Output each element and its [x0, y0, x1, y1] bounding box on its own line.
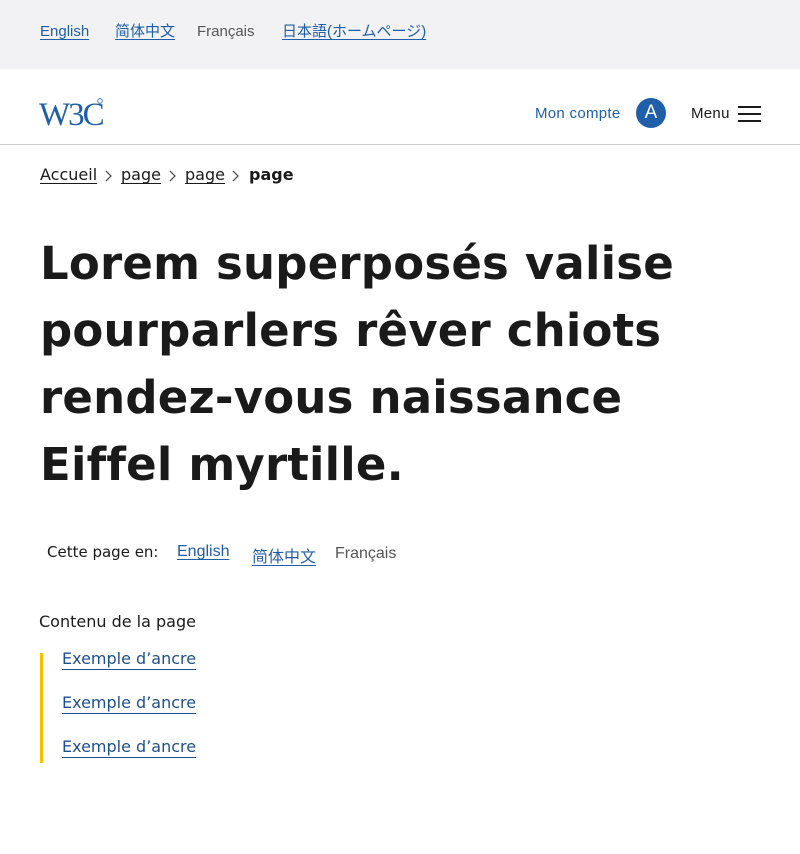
language-current-french: Français	[197, 23, 255, 40]
page-language-current-french: Français	[335, 545, 397, 562]
toc-link[interactable]: Exemple d’ancre	[62, 649, 197, 670]
breadcrumb-link-page-1[interactable]: page	[121, 165, 161, 184]
language-link-chinese[interactable]: 简体中文	[115, 22, 175, 42]
toc-link[interactable]: Exemple d’ancre	[62, 737, 197, 758]
language-link-japanese[interactable]: 日本語(ホームページ)	[282, 22, 426, 42]
page-title: Lorem superposés valise pourparlers rêve…	[40, 237, 674, 491]
toc-link[interactable]: Exemple d’ancre	[62, 693, 197, 714]
page-language-chinese[interactable]: 简体中文	[252, 543, 316, 567]
chevron-right-icon	[232, 170, 239, 182]
chevron-right-icon	[169, 170, 176, 182]
page-language-english[interactable]: English	[177, 543, 229, 561]
language-link-english[interactable]: English	[40, 22, 89, 42]
chevron-right-icon	[105, 170, 112, 182]
avatar[interactable]: A	[636, 98, 666, 128]
w3c-logo[interactable]: W3C	[39, 96, 105, 128]
site-header: W3C Mon compte A Menu	[0, 69, 800, 145]
breadcrumb-link-home[interactable]: Accueil	[40, 165, 97, 184]
toc-list: Exemple d’ancre Exemple d’ancre Exemple …	[40, 649, 340, 763]
my-account-link[interactable]: Mon compte	[535, 105, 621, 122]
language-bar: English 简体中文 Français 日本語(ホームページ)	[0, 0, 800, 69]
breadcrumb-link-page-2[interactable]: page	[185, 165, 225, 184]
hamburger-menu-icon[interactable]	[738, 106, 761, 122]
logo-text: W3C	[39, 97, 104, 128]
page-language-label: Cette page en:	[47, 543, 159, 561]
menu-button-label[interactable]: Menu	[691, 105, 730, 122]
breadcrumb-current: page	[249, 165, 294, 184]
toc-title: Contenu de la page	[39, 612, 196, 631]
